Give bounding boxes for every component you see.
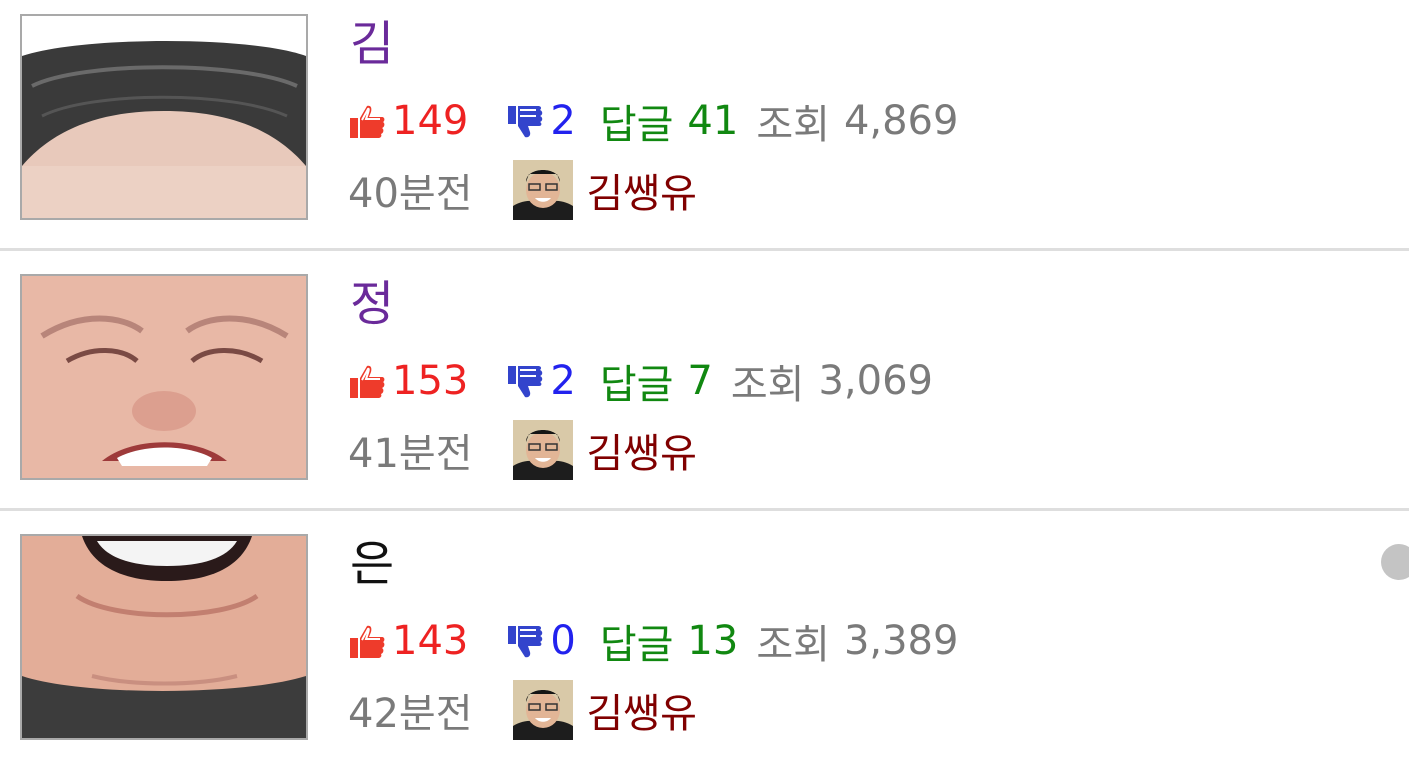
thumbs-down-icon [508, 626, 543, 658]
post-meta: 42분전 김쌩유 [348, 680, 697, 740]
post-title[interactable]: 김 [350, 12, 394, 76]
post-divider [0, 248, 1409, 251]
reply-label: 답글 [599, 102, 674, 148]
view-count: 3,389 [843, 618, 959, 664]
post-divider [0, 508, 1409, 511]
reply-label: 답글 [599, 622, 674, 668]
dislike-count: 2 [550, 98, 576, 144]
post-thumbnail[interactable] [20, 14, 308, 220]
reply-label: 답글 [599, 362, 674, 408]
author-name[interactable]: 김쌩유 [587, 161, 697, 219]
post-stats: 149 2 답글 41 조회 4,869 [348, 96, 959, 148]
post-time: 42분전 [348, 691, 473, 737]
post-meta: 40분전 김쌩유 [348, 160, 697, 220]
post-item[interactable]: 은 143 0 답글 13 조회 3,389 42분전 김쌩유 [0, 520, 1409, 772]
thumbs-down-icon [508, 366, 543, 398]
author-avatar[interactable] [512, 160, 573, 220]
view-count: 4,869 [843, 98, 959, 144]
post-stats: 143 0 답글 13 조회 3,389 [348, 616, 959, 668]
view-label: 조회 [756, 102, 830, 148]
thumbs-up-icon [350, 105, 385, 138]
post-thumbnail[interactable] [20, 534, 308, 740]
post-time: 40분전 [348, 171, 473, 217]
thumbs-up-icon [350, 625, 385, 658]
avatar-image [512, 680, 573, 740]
author-name[interactable]: 김쌩유 [587, 421, 697, 479]
author-name[interactable]: 김쌩유 [587, 681, 697, 739]
post-meta: 41분전 김쌩유 [348, 420, 697, 480]
like-count: 149 [392, 98, 469, 144]
thumbnail-hair-image [22, 16, 306, 218]
reply-count: 7 [687, 358, 713, 404]
post-title[interactable]: 은 [350, 532, 394, 596]
thumbnail-mouth-image [22, 536, 306, 738]
avatar-image [512, 160, 573, 220]
post-thumbnail[interactable] [20, 274, 308, 480]
thumbs-down-icon [508, 106, 543, 138]
like-count: 143 [392, 618, 469, 664]
post-time: 41분전 [348, 431, 473, 477]
dislike-count: 2 [550, 358, 576, 404]
like-count: 153 [392, 358, 469, 404]
reply-count: 41 [687, 98, 739, 144]
author-avatar[interactable] [512, 420, 573, 480]
reply-count: 13 [687, 618, 739, 664]
view-count: 3,069 [818, 358, 933, 404]
post-stats: 153 2 답글 7 조회 3,069 [348, 356, 933, 408]
view-label: 조회 [730, 362, 805, 408]
dislike-count: 0 [550, 618, 576, 664]
avatar-image [512, 420, 573, 480]
post-item[interactable]: 정 153 2 답글 7 조회 3,069 41분전 김쌩유 [0, 260, 1409, 512]
author-avatar[interactable] [512, 680, 573, 740]
post-item[interactable]: 김 149 2 답글 41 조회 4,869 40분전 김쌩유 [0, 0, 1409, 252]
scroll-handle[interactable] [1381, 544, 1409, 580]
thumbs-up-icon [350, 365, 385, 398]
thumbnail-face-image [22, 276, 306, 478]
post-title[interactable]: 정 [350, 272, 394, 336]
view-label: 조회 [756, 622, 830, 668]
